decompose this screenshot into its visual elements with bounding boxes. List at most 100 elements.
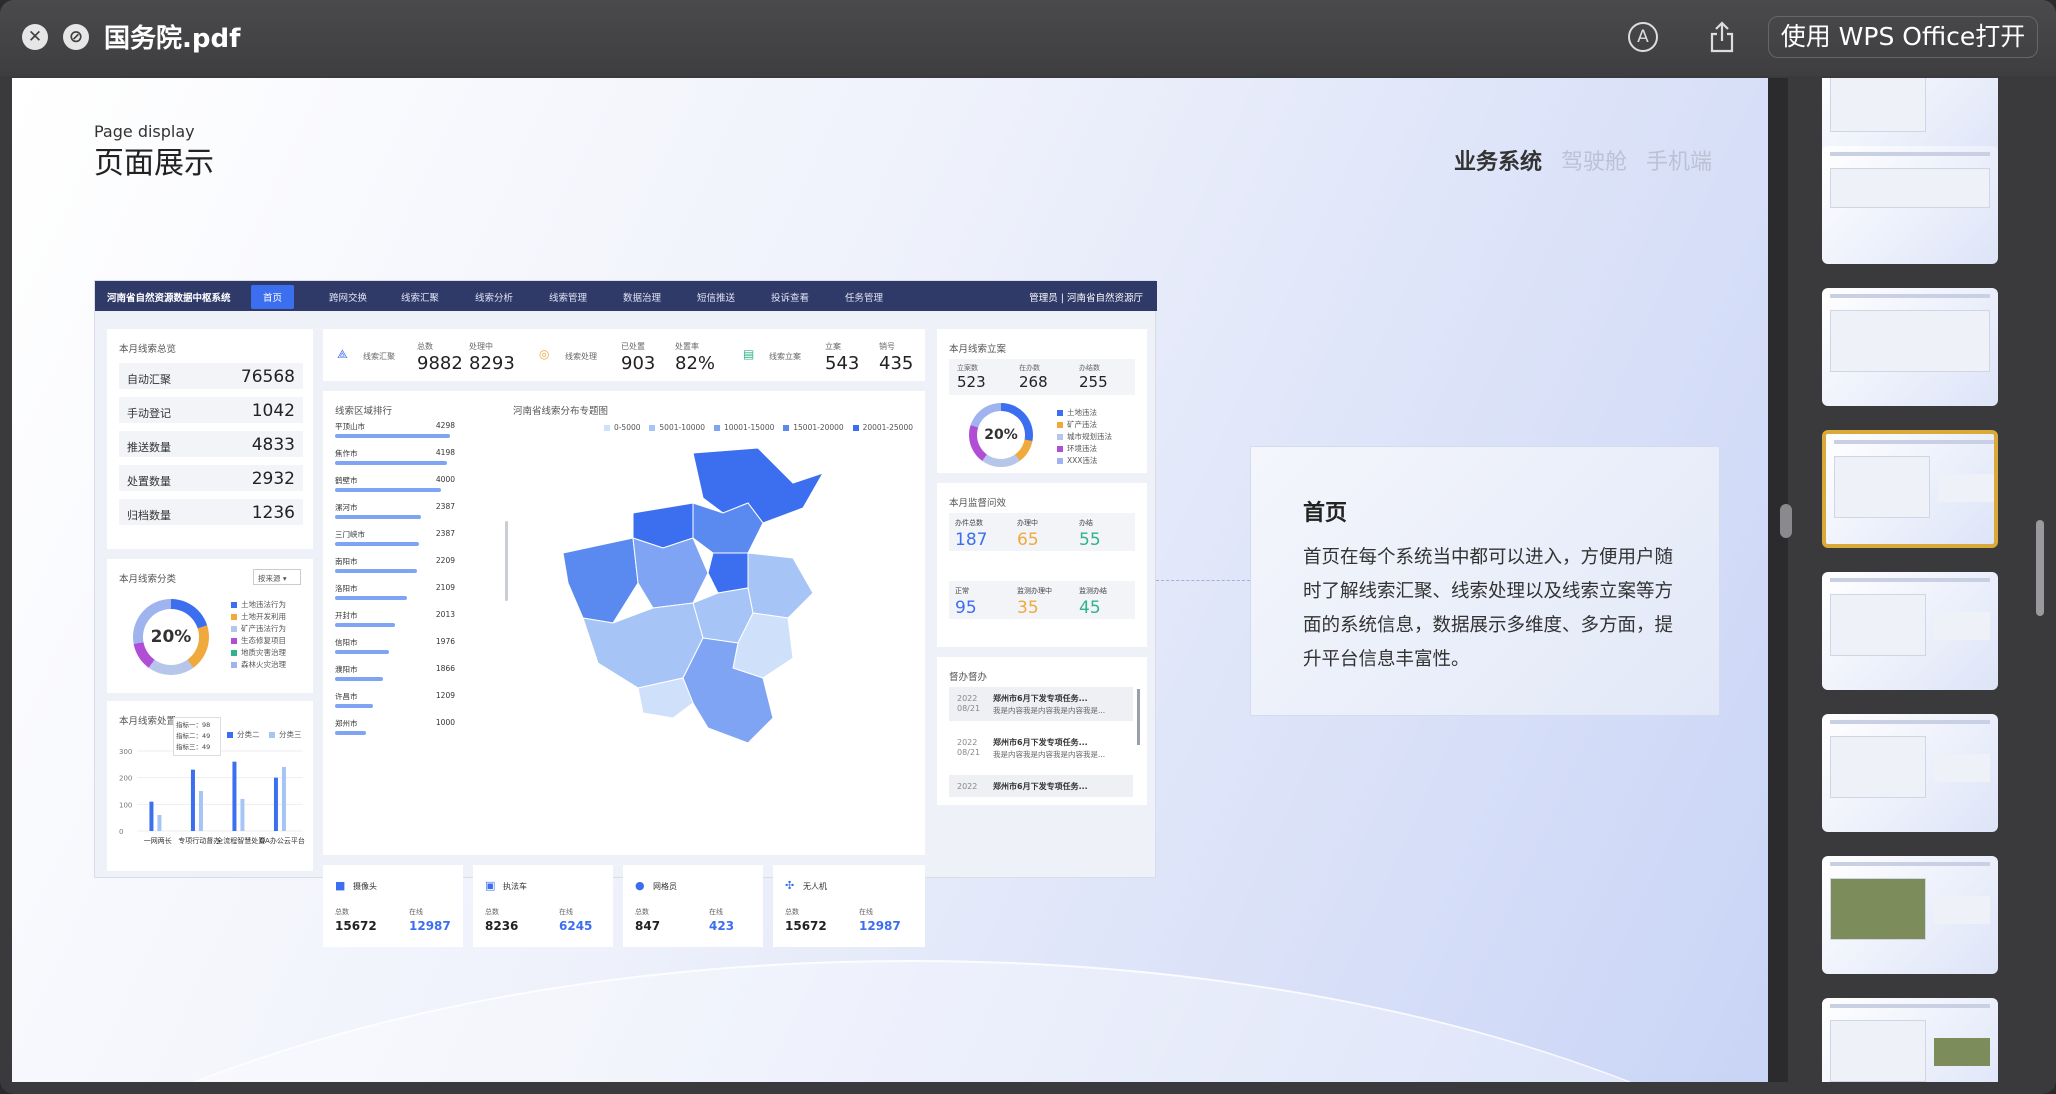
summary-row: 自动汇聚 76568 (119, 363, 303, 389)
mock-user: 管理员 | 河南省自然资源厅 (1029, 293, 1143, 304)
car-icon: ▣ (485, 879, 496, 892)
file-icon: ▤ (743, 347, 755, 361)
mock-brand: 河南省自然资源数据中枢系统 (107, 293, 231, 304)
device-label: 在线 (859, 908, 873, 916)
mock-nav-item: 线索分析 (475, 293, 514, 304)
summary-value: 4833 (251, 435, 295, 455)
page-thumbnail[interactable] (1822, 288, 1998, 406)
ranking-row: 信阳市 1976 (335, 637, 455, 661)
title-bar: ✕ ⊘ 国务院.pdf A 使用 WPS Office打开 (0, 0, 2056, 76)
legend-label: 矿产违法行为 (241, 624, 286, 633)
supervision-stat: 监测办结 45 (1073, 581, 1135, 619)
filing-label: 办结数 (1079, 364, 1100, 372)
page-thumbnail[interactable] (1822, 714, 1998, 832)
sidebar-scrollbar[interactable] (2036, 520, 2044, 616)
share-icon[interactable] (1708, 20, 1736, 54)
page-scrollbar[interactable] (1780, 504, 1792, 538)
henan-province-map (562, 447, 825, 744)
notice-item[interactable]: 2022 郑州市6月下发专项任务... (949, 775, 1133, 797)
markup-icon[interactable]: A (1628, 22, 1658, 52)
map-title: 河南省线索分布专题图 (513, 406, 609, 417)
handling-chart-card: 本月线索处置 分类二 分类三 300 200 100 0 一网两长 专项行动督办 全流程智慧… (107, 701, 313, 871)
ranking-value: 4000 (435, 475, 455, 484)
ranking-name: 濮阳市 (335, 665, 358, 674)
notice-item[interactable]: 2022 08/21 郑州市6月下发专项任务... 我是内容我是内容我是内容我是... (949, 731, 1133, 765)
x-category-label: 专项行动督办 (178, 836, 220, 845)
x-category-label: 全流程智慧处置 (216, 836, 265, 845)
device-label: 在线 (409, 908, 423, 916)
x-category-label: OA办公云平台 (260, 836, 305, 845)
supervision-stat: 办理中 65 (1011, 513, 1073, 551)
summary-row: 推送数量 4833 (119, 431, 303, 457)
legend-label: 生态修复项目 (241, 636, 286, 645)
compass-icon[interactable]: ⊘ (63, 24, 89, 50)
supervision-card: 本月监督问效 办件总数 187 办理中 65 办结 55 正常 95 监测办理中 35 监… (937, 483, 1147, 647)
device-card: ✣ 无人机 总数 15672 在线 12987 (773, 865, 925, 947)
notice-scrollbar[interactable] (1137, 689, 1140, 745)
ranking-row: 洛阳市 2109 (335, 583, 455, 607)
tab-cockpit: 驾驶舱 (1560, 150, 1627, 175)
mock-nav-item: 短信推送 (697, 293, 736, 304)
summary-label: 推送数量 (127, 441, 171, 454)
legend-item: 矿产违法行为 (231, 623, 286, 634)
legend-item: 矿产违法 (1057, 419, 1097, 430)
device-value: 12987 (409, 919, 451, 933)
kpi-value: 435 (879, 353, 914, 374)
ranking-bar (335, 434, 451, 438)
supervision-stat: 正常 95 (949, 581, 1011, 619)
page-thumbnail[interactable] (1822, 572, 1998, 690)
device-name: 网格员 (653, 882, 677, 891)
legend-label: 20001-25000 (862, 423, 913, 432)
classify-dropdown: 按来源 ▾ (253, 569, 301, 585)
kpi-name: 线索汇聚 (363, 352, 395, 361)
page-thumbnail[interactable] (1822, 998, 1998, 1082)
ranking-name: 洛阳市 (335, 584, 358, 593)
chart-tooltip: 指标一：98 指标二：49 指标三：49 (173, 717, 221, 756)
ranking-name: 开封市 (335, 611, 358, 620)
y-tick-label: 100 (119, 801, 132, 809)
device-value: 15672 (335, 919, 377, 933)
system-tabs: 业务系统 驾驶舱 手机端 (1442, 144, 1712, 176)
mock-nav-item: 线索汇聚 (401, 293, 440, 304)
filing-percent: 20% (984, 427, 1018, 443)
device-label: 总数 (635, 908, 649, 916)
device-card: ■ 摄像头 总数 15672 在线 12987 (323, 865, 463, 947)
notice-year: 2022 (957, 782, 978, 791)
ranking-name: 鹤壁市 (335, 476, 358, 485)
close-icon[interactable]: ✕ (22, 24, 48, 50)
legend-item: 地质灾害治理 (231, 647, 286, 658)
summary-value: 1042 (251, 401, 295, 421)
kpi-strip: ⟁ 线索汇聚 总数 9882 处理中 8293 ◎ 线索处理 已处置 903 处… (323, 329, 925, 381)
notice-heading: 郑州市6月下发专项任务... (993, 694, 1088, 703)
ranking-value: 2387 (435, 529, 455, 538)
ranking-scrollbar[interactable] (505, 521, 508, 601)
kpi-value: 9882 (417, 353, 463, 374)
page-thumbnail[interactable] (1822, 146, 1998, 264)
page-thumbnail[interactable] (1822, 856, 1998, 974)
legend-label: 矿产违法 (1067, 420, 1097, 429)
kpi-label: 销号 (879, 342, 895, 351)
kpi-value: 8293 (469, 353, 515, 374)
ranking-row: 焦作市 4198 (335, 448, 455, 472)
summary-row: 手动登记 1042 (119, 397, 303, 423)
classify-dropdown-value: 按来源 (258, 574, 281, 583)
device-label: 在线 (709, 908, 723, 916)
supervision-stat: 监测办理中 35 (1011, 581, 1073, 619)
open-with-wps-button[interactable]: 使用 WPS Office打开 (1768, 16, 2038, 58)
ranking-bar (335, 569, 417, 573)
map-region (692, 502, 764, 554)
ranking-value: 2209 (435, 556, 455, 565)
legend-label: 土地违法行为 (241, 600, 286, 609)
notice-year: 2022 (957, 694, 978, 703)
pdf-viewer-window: ✕ ⊘ 国务院.pdf A 使用 WPS Office打开 Page displ… (0, 0, 2056, 1094)
ranking-bar (335, 488, 441, 492)
device-name: 执法车 (503, 882, 527, 891)
page-thumbnail-current[interactable] (1822, 430, 1998, 548)
y-tick-label: 300 (119, 748, 132, 756)
notice-item[interactable]: 2022 08/21 郑州市6月下发专项任务... 我是内容我是内容我是内容我是... (949, 687, 1133, 721)
person-icon: ● (635, 879, 645, 892)
device-card: ▣ 执法车 总数 8236 在线 6245 (473, 865, 613, 947)
kpi-label: 已处置 (621, 342, 645, 351)
legend-label: 森林火灾治理 (241, 660, 286, 669)
ranking-row: 鹤壁市 4000 (335, 475, 455, 499)
